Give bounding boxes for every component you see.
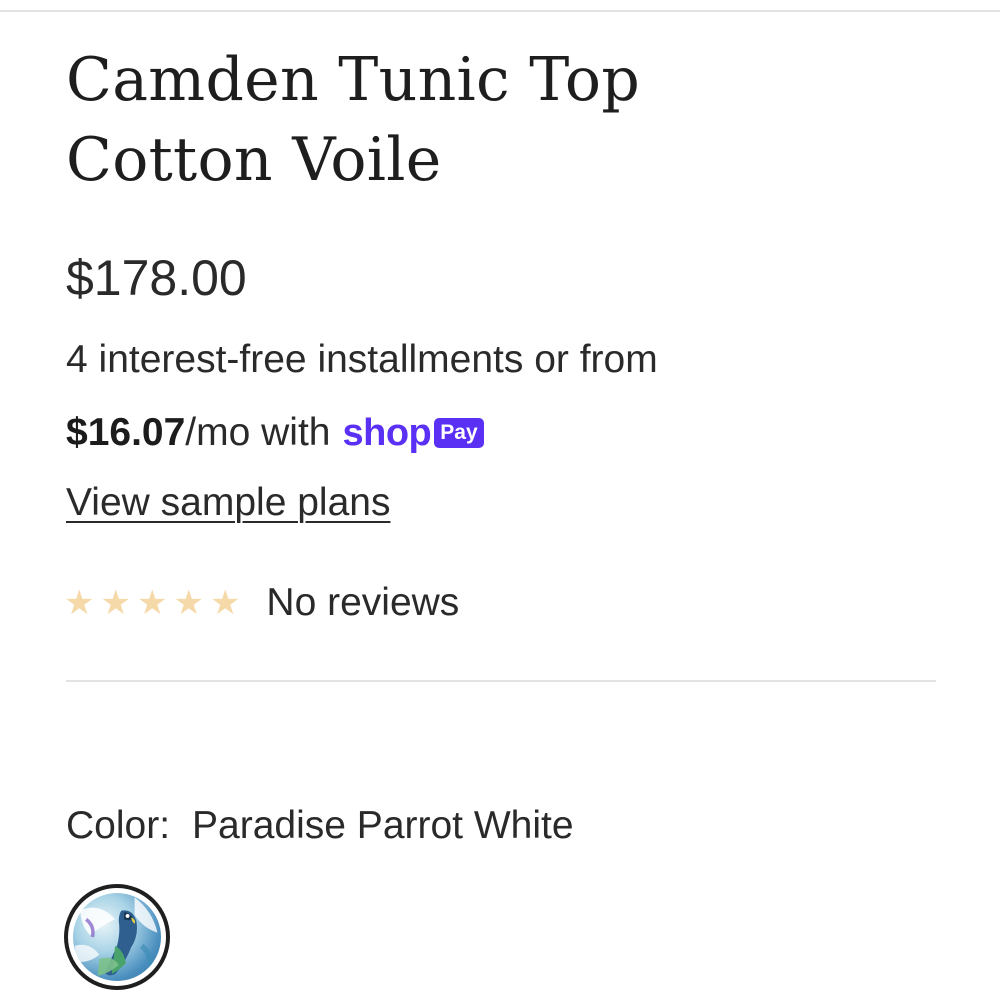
product-title-line2: Cotton Voile <box>66 125 442 195</box>
color-label: Color: <box>66 804 171 847</box>
parrot-icon <box>74 897 158 976</box>
star-icon: ★ <box>173 584 204 622</box>
reviews-count-text: No reviews <box>266 581 460 624</box>
monthly-suffix: /mo with <box>185 411 331 454</box>
star-icon: ★ <box>64 584 95 622</box>
star-icon: ★ <box>100 584 131 622</box>
product-title-line1: Camden Tunic Top <box>66 45 641 115</box>
view-sample-plans-link[interactable]: View sample plans <box>66 480 390 526</box>
color-option-label: Color: Paradise Parrot White <box>66 803 574 849</box>
star-rating: ★ ★ ★ ★ ★ <box>64 583 246 623</box>
shop-wordmark: shop <box>342 412 432 454</box>
installments-monthly: $16.07/mo with shop Pay <box>66 410 484 456</box>
parrot-print-swatch-image <box>73 893 161 981</box>
star-icon: ★ <box>136 584 168 622</box>
product-price: $178.00 <box>66 250 247 306</box>
color-value: Paradise Parrot White <box>192 804 574 847</box>
star-icon: ★ <box>209 584 241 622</box>
monthly-amount: $16.07 <box>66 411 186 454</box>
section-divider <box>66 680 936 682</box>
top-divider <box>0 10 1000 12</box>
rating-row[interactable]: ★ ★ ★ ★ ★ No reviews <box>64 580 459 626</box>
installments-text: 4 interest-free installments or from <box>66 338 658 381</box>
product-title: Camden Tunic Top Cotton Voile <box>66 40 946 200</box>
pay-badge: Pay <box>434 418 484 448</box>
shop-pay-logo: shop Pay <box>343 410 484 456</box>
color-swatch-selected[interactable] <box>64 884 170 990</box>
